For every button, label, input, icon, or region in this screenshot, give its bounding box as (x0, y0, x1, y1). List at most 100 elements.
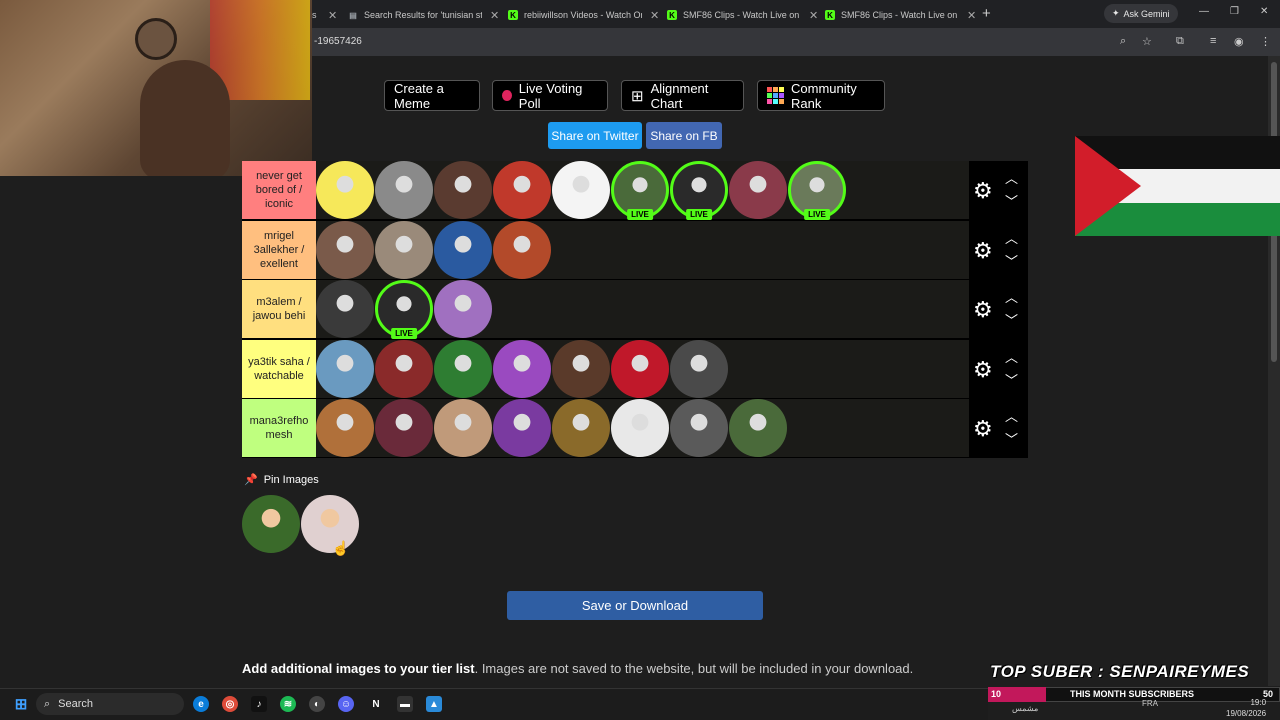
streamer-avatar[interactable] (434, 161, 492, 219)
top-suber-overlay: TOP SUBER : SENPAIREYMES (990, 662, 1250, 681)
add-images-text: Add additional images to your tier list.… (242, 661, 913, 676)
gear-icon[interactable]: ⚙ (973, 357, 993, 383)
streamer-avatar[interactable]: LIVE (788, 161, 846, 220)
streamer-avatar[interactable] (375, 339, 433, 398)
share-fb-button[interactable]: Share on FB (646, 122, 722, 149)
chevron-down-icon[interactable]: ﹀ (1005, 191, 1018, 210)
close-window-icon[interactable]: ✕ (1260, 6, 1268, 17)
streamer-avatar[interactable] (316, 280, 374, 338)
streamer-avatar[interactable] (729, 399, 787, 457)
tier-row: mrigel 3allekher / exellent ⚙ ︿ ﹀ (242, 220, 1028, 280)
weather-tray[interactable]: مشمس (1012, 704, 1038, 713)
streamer-avatar[interactable] (316, 161, 374, 219)
streamer-avatar[interactable] (434, 280, 492, 338)
streamer-avatar[interactable] (493, 399, 551, 457)
star-icon[interactable]: ☆ (1142, 35, 1152, 48)
discord-icon[interactable]: ☺ (338, 696, 354, 712)
tier-label[interactable]: ya3tik saha / watchable (242, 339, 316, 398)
zoom-icon[interactable]: ⌕ (1120, 35, 1126, 48)
create-meme-button[interactable]: Create a Meme (384, 80, 480, 111)
streamer-avatar[interactable]: LIVE (375, 280, 433, 339)
streamer-avatar[interactable] (552, 399, 610, 457)
chrome-icon[interactable]: ◎ (222, 696, 238, 712)
spotify-icon[interactable]: ≋ (280, 696, 296, 712)
terminal-icon[interactable]: ▬ (397, 696, 413, 712)
streamer-avatar[interactable] (434, 399, 492, 457)
windows-start-icon[interactable]: ⊞ (13, 696, 29, 713)
streamer-avatar[interactable] (670, 399, 728, 457)
streamer-avatar[interactable] (552, 161, 610, 219)
chevron-up-icon[interactable]: ︿ (1005, 406, 1018, 425)
extensions-icon[interactable]: ⧉ (1176, 35, 1184, 48)
streamer-avatar[interactable] (493, 339, 551, 398)
tier-label[interactable]: mana3refho mesh (242, 399, 316, 457)
alignment-chart-button[interactable]: ⊞ Alignment Chart (621, 80, 744, 111)
streamer-avatar[interactable] (316, 220, 374, 279)
chevron-up-icon[interactable]: ︿ (1005, 228, 1018, 247)
ask-gemini-button[interactable]: ✦ Ask Gemini (1104, 4, 1178, 23)
gear-icon[interactable]: ⚙ (973, 416, 993, 442)
pinned-image[interactable] (301, 495, 359, 553)
streamer-avatar[interactable] (729, 161, 787, 219)
gear-icon[interactable]: ⚙ (973, 238, 993, 264)
gear-icon[interactable]: ⚙ (973, 178, 993, 204)
community-rank-button[interactable]: Community Rank (757, 80, 885, 111)
profile-icon[interactable]: ◉ (1234, 35, 1244, 48)
chevron-up-icon[interactable]: ︿ (1005, 287, 1018, 306)
tier-label[interactable]: never get bored of / iconic (242, 161, 316, 219)
url-field[interactable]: -19657426 (314, 36, 362, 47)
browser-tab[interactable]: Krebiiwillson Videos - Watch On ✕ (508, 4, 659, 26)
notion-icon[interactable]: N (368, 696, 384, 712)
streamer-avatar[interactable] (434, 220, 492, 279)
tier-label[interactable]: m3alem / jawou behi (242, 280, 316, 338)
browser-tab[interactable]: K SMF86 Clips - Watch Live on Ki ✕ (825, 4, 976, 26)
streamer-avatar[interactable] (434, 339, 492, 398)
streamer-avatar[interactable] (611, 339, 669, 398)
chevron-down-icon[interactable]: ﹀ (1005, 251, 1018, 270)
streamer-avatar[interactable] (375, 399, 433, 457)
menu-icon[interactable]: ⋮ (1260, 35, 1271, 48)
restore-icon[interactable]: ❐ (1230, 6, 1239, 17)
chevron-up-icon[interactable]: ︿ (1005, 168, 1018, 187)
edge-icon[interactable]: e (193, 696, 209, 712)
tray-clock[interactable]: 19:0 19/08/2026 (1226, 697, 1266, 719)
streamer-avatar[interactable]: LIVE (670, 161, 728, 220)
pinned-image[interactable] (242, 495, 300, 553)
obs-icon[interactable]: ◐ (309, 696, 325, 712)
streamer-avatar[interactable] (493, 161, 551, 219)
tab-close-icon[interactable]: ✕ (650, 9, 659, 22)
live-voting-button[interactable]: Live Voting Poll (492, 80, 608, 111)
minimize-icon[interactable]: — (1199, 6, 1209, 17)
browser-tab[interactable]: K SMF86 Clips - Watch Live on Ki ✕ (667, 4, 818, 26)
streamer-avatar[interactable] (493, 220, 551, 279)
new-tab-button[interactable]: + (982, 5, 991, 22)
streamer-avatar[interactable] (552, 339, 610, 398)
share-twitter-button[interactable]: Share on Twitter (548, 122, 642, 149)
tier-label[interactable]: mrigel 3allekher / exellent (242, 220, 316, 279)
tab-favicon-icon: K (508, 10, 518, 20)
tiktok-icon[interactable]: ♪ (251, 696, 267, 712)
tab-close-icon[interactable]: ✕ (490, 9, 499, 22)
streamer-avatar[interactable] (375, 161, 433, 219)
streamer-avatar[interactable] (670, 339, 728, 398)
language-indicator[interactable]: FRA (1142, 699, 1158, 708)
tab-close-icon[interactable]: ✕ (967, 9, 976, 22)
streamer-avatar[interactable] (316, 399, 374, 457)
browser-tab[interactable]: ▤ Search Results for 'tunisian stre ✕ (348, 4, 499, 26)
streamer-avatar[interactable] (375, 220, 433, 279)
photos-icon[interactable]: ▲ (426, 696, 442, 712)
taskbar-search[interactable]: ⌕ Search (36, 693, 184, 715)
gear-icon[interactable]: ⚙ (973, 297, 993, 323)
tab-close-icon[interactable]: ✕ (328, 9, 337, 22)
tab-close-icon[interactable]: ✕ (809, 9, 818, 22)
chevron-down-icon[interactable]: ﹀ (1005, 310, 1018, 329)
chevron-down-icon[interactable]: ﹀ (1005, 429, 1018, 448)
browser-tab[interactable]: s ✕ (312, 4, 337, 26)
chevron-up-icon[interactable]: ︿ (1005, 347, 1018, 366)
streamer-avatar[interactable] (316, 339, 374, 398)
chevron-down-icon[interactable]: ﹀ (1005, 370, 1018, 389)
save-download-button[interactable]: Save or Download (507, 591, 763, 620)
streamer-avatar[interactable]: LIVE (611, 161, 669, 220)
streamer-avatar[interactable] (611, 399, 669, 457)
media-icon[interactable]: ≡ (1210, 35, 1216, 47)
